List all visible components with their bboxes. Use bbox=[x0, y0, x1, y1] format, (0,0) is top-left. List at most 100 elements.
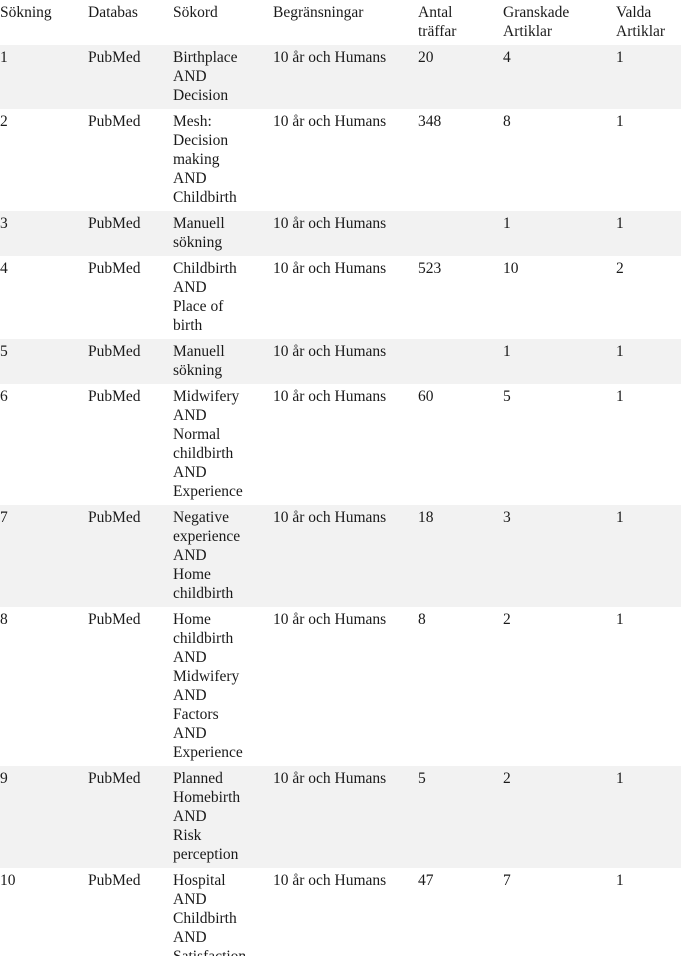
sokord-line: AND bbox=[173, 808, 207, 825]
sokord-line: sökning bbox=[173, 362, 223, 379]
cell-antal-traffar: 8 bbox=[410, 607, 495, 766]
cell-antal-traffar: 5 bbox=[410, 766, 495, 868]
cell-granskade-artiklar: 2 bbox=[495, 607, 608, 766]
sokord-line: Childbirth bbox=[173, 260, 237, 277]
sokord-line: Decision bbox=[173, 132, 229, 149]
sokord-line: Experience bbox=[173, 483, 243, 500]
table-header-row: Sökning Databas Sökord Begränsningar Ant… bbox=[0, 0, 681, 45]
cell-databas: PubMed bbox=[80, 505, 165, 607]
cell-databas: PubMed bbox=[80, 45, 165, 109]
cell-sokord: Manuell sökning bbox=[165, 211, 265, 256]
cell-sokning: 9 bbox=[0, 766, 80, 868]
cell-begransningar: 10 år och Humans bbox=[265, 868, 410, 956]
cell-databas: PubMed bbox=[80, 868, 165, 956]
cell-granskade-artiklar: 1 bbox=[495, 339, 608, 384]
cell-valda-artiklar: 1 bbox=[608, 211, 681, 256]
sokord-line: AND bbox=[173, 407, 207, 424]
sokord-line: Satisfaction bbox=[173, 947, 259, 956]
table-row: 7 PubMed Negative experience AND Home childbir… bbox=[0, 505, 681, 607]
cell-databas: PubMed bbox=[80, 384, 165, 505]
cell-begransningar: 10 år och Humans bbox=[265, 109, 410, 211]
column-header-granskade-line1: Granskade bbox=[503, 4, 570, 21]
document-page: Sökning Databas Sökord Begränsningar Ant… bbox=[0, 0, 681, 956]
sokord-line: AND bbox=[173, 649, 207, 666]
cell-sokning: 3 bbox=[0, 211, 80, 256]
sokord-line: childbirth bbox=[173, 585, 234, 602]
table-row: 3 PubMed Manuell sökning 10 år och Humans 1 1 bbox=[0, 211, 681, 256]
sokord-line: Home bbox=[173, 611, 211, 628]
cell-sokord: Childbirth AND Place of birth bbox=[165, 256, 265, 339]
table-body: 1 PubMed Birthplace AND Decision 10 år och Hu… bbox=[0, 45, 681, 956]
table-row: 8 PubMed Home childbirth AND Midwifery AND Fact… bbox=[0, 607, 681, 766]
cell-sokord: Birthplace AND Decision bbox=[165, 45, 265, 109]
cell-granskade-artiklar: 1 bbox=[495, 211, 608, 256]
sokord-line: Hospital bbox=[173, 872, 226, 889]
table-row: 1 PubMed Birthplace AND Decision 10 år och Hu… bbox=[0, 45, 681, 109]
cell-begransningar: 10 år och Humans bbox=[265, 211, 410, 256]
column-header-valda-artiklar: Valda Artiklar bbox=[608, 0, 681, 45]
cell-granskade-artiklar: 7 bbox=[495, 868, 608, 956]
cell-databas: PubMed bbox=[80, 339, 165, 384]
sokord-line: Experience bbox=[173, 744, 243, 761]
sokord-line: Planned bbox=[173, 770, 223, 787]
sokord-line: AND bbox=[173, 279, 207, 296]
cell-valda-artiklar: 2 bbox=[608, 256, 681, 339]
sokord-line: making bbox=[173, 151, 220, 168]
cell-sokning: 10 bbox=[0, 868, 80, 956]
cell-antal-traffar bbox=[410, 211, 495, 256]
column-header-sokning-label: Sökning bbox=[0, 4, 52, 21]
column-header-databas-label: Databas bbox=[88, 4, 138, 21]
column-header-antal-traffar: Antal träffar bbox=[410, 0, 495, 45]
sokord-line: AND bbox=[173, 725, 207, 742]
cell-valda-artiklar: 1 bbox=[608, 109, 681, 211]
cell-begransningar: 10 år och Humans bbox=[265, 339, 410, 384]
cell-sokord: Planned Homebirth AND Risk perception bbox=[165, 766, 265, 868]
sokord-line: experience bbox=[173, 528, 241, 545]
cell-sokning: 6 bbox=[0, 384, 80, 505]
sokord-line: AND bbox=[173, 891, 207, 908]
cell-begransningar: 10 år och Humans bbox=[265, 766, 410, 868]
cell-sokord: Negative experience AND Home childbirth bbox=[165, 505, 265, 607]
search-strategy-table: Sökning Databas Sökord Begränsningar Ant… bbox=[0, 0, 681, 956]
cell-valda-artiklar: 1 bbox=[608, 339, 681, 384]
sokord-line: Home bbox=[173, 566, 211, 583]
sokord-line: Negative bbox=[173, 509, 229, 526]
cell-granskade-artiklar: 4 bbox=[495, 45, 608, 109]
cell-granskade-artiklar: 5 bbox=[495, 384, 608, 505]
cell-databas: PubMed bbox=[80, 211, 165, 256]
sokord-line: childbirth bbox=[173, 445, 234, 462]
cell-antal-traffar bbox=[410, 339, 495, 384]
cell-databas: PubMed bbox=[80, 607, 165, 766]
table-row: 6 PubMed Midwifery AND Normal childbirth AND Ex… bbox=[0, 384, 681, 505]
cell-sokning: 2 bbox=[0, 109, 80, 211]
cell-valda-artiklar: 1 bbox=[608, 766, 681, 868]
cell-antal-traffar: 18 bbox=[410, 505, 495, 607]
sokord-line: Childbirth bbox=[173, 910, 237, 927]
cell-sokning: 4 bbox=[0, 256, 80, 339]
cell-sokord: Mesh: Decision making AND Childbirth bbox=[165, 109, 265, 211]
cell-valda-artiklar: 1 bbox=[608, 384, 681, 505]
cell-begransningar: 10 år och Humans bbox=[265, 505, 410, 607]
cell-valda-artiklar: 1 bbox=[608, 607, 681, 766]
cell-antal-traffar: 60 bbox=[410, 384, 495, 505]
column-header-antal-line1: Antal bbox=[418, 4, 453, 21]
sokord-line: Factors bbox=[173, 706, 219, 723]
sokord-line: Midwifery bbox=[173, 388, 240, 405]
column-header-granskade-artiklar: Granskade Artiklar bbox=[495, 0, 608, 45]
cell-antal-traffar: 348 bbox=[410, 109, 495, 211]
cell-sokning: 7 bbox=[0, 505, 80, 607]
column-header-granskade-line2: Artiklar bbox=[503, 23, 553, 40]
sokord-line: Decision bbox=[173, 87, 229, 104]
sokord-line: Homebirth bbox=[173, 789, 241, 806]
column-header-valda-line2: Artiklar bbox=[616, 23, 666, 40]
cell-sokord: HospitalANDChildbirthANDSatisfactionANDH… bbox=[165, 868, 265, 956]
table-row: 4 PubMed Childbirth AND Place of birth 10 år o… bbox=[0, 256, 681, 339]
column-header-valda-line1: Valda bbox=[616, 4, 652, 21]
table-header: Sökning Databas Sökord Begränsningar Ant… bbox=[0, 0, 681, 45]
table-row: 9 PubMed Planned Homebirth AND Risk perception… bbox=[0, 766, 681, 868]
sokord-line: Place of bbox=[173, 298, 224, 315]
table-row: 2 PubMed Mesh: Decision making AND Childbirth 1… bbox=[0, 109, 681, 211]
sokord-line: perception bbox=[173, 846, 239, 863]
sokord-line: Normal bbox=[173, 426, 221, 443]
sokord-line: sökning bbox=[173, 234, 223, 251]
